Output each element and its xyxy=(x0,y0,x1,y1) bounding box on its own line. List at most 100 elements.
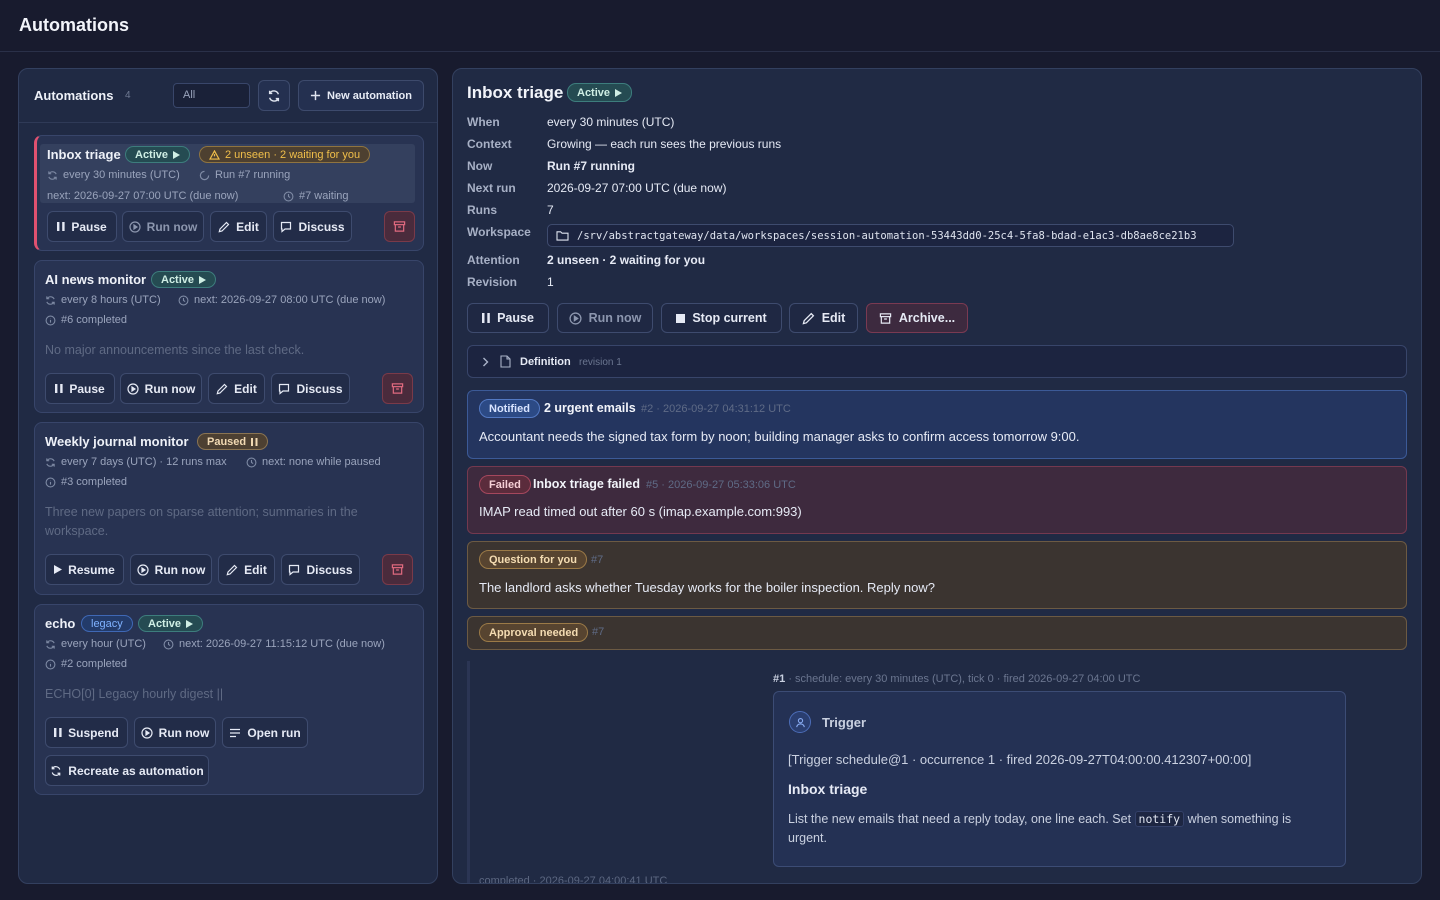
repeat-icon xyxy=(48,170,57,180)
pause-icon xyxy=(482,313,490,323)
automation-detail-panel: Inbox triage Active When every 30 minute… xyxy=(452,68,1422,884)
automation-card-ai-news-monitor[interactable]: AI news monitor Active every 8 hours (UT… xyxy=(34,260,424,413)
refresh-icon xyxy=(268,89,280,102)
schedule-info: every 30 minutes (UTC) xyxy=(47,169,180,181)
pause-button[interactable]: Pause xyxy=(47,211,117,242)
info-icon xyxy=(45,477,56,487)
automation-card-inbox-triage[interactable]: Inbox triage Active 2 unseen · 2 waiting… xyxy=(34,135,424,251)
filter-input[interactable]: All xyxy=(173,83,250,108)
suspend-button[interactable]: Suspend xyxy=(45,717,128,748)
legacy-badge: legacy xyxy=(81,615,133,632)
discuss-label: Discuss xyxy=(298,219,345,234)
notice-question[interactable]: Question for you #7 The landlord asks wh… xyxy=(467,541,1407,609)
notice-approval[interactable]: Approval needed #7 xyxy=(467,616,1407,650)
automation-name: Inbox triage xyxy=(47,147,121,162)
pause-icon xyxy=(251,437,258,446)
status-badge: Active xyxy=(125,146,191,163)
field-now-label: Now xyxy=(467,159,493,173)
notice-meta: #2 · 2026-09-27 04:31:12 UTC xyxy=(641,403,791,415)
run-now-button[interactable]: Run now xyxy=(130,554,212,585)
definition-toggle[interactable]: Definition revision 1 xyxy=(467,345,1407,378)
repeat-icon xyxy=(46,457,55,467)
schedule-info: every hour (UTC) xyxy=(45,638,146,650)
stop-current-button[interactable]: Stop current xyxy=(661,303,782,333)
archive-button[interactable]: Archive... xyxy=(866,303,968,333)
next-run-text: next: none while paused xyxy=(262,456,381,468)
list-count: 4 xyxy=(125,90,131,101)
run-now-button[interactable]: Run now xyxy=(122,211,204,242)
notice-notified[interactable]: Notified 2 urgent emails #2 · 2026-09-27… xyxy=(467,390,1407,459)
recreate-label: Recreate as automation xyxy=(68,763,204,778)
notice-meta: #7 xyxy=(592,626,605,638)
field-revision-label: Revision xyxy=(467,275,518,289)
run-now-button[interactable]: Run now xyxy=(134,717,216,748)
inline-code: notify xyxy=(1134,811,1185,827)
archive-button[interactable] xyxy=(382,554,413,585)
pause-button[interactable]: Pause xyxy=(45,373,115,404)
refresh-button[interactable] xyxy=(258,80,290,111)
play-circle-icon xyxy=(127,382,139,395)
run-now-button[interactable]: Run now xyxy=(120,373,202,404)
trigger-text-part: List the new emails that need a reply to… xyxy=(788,812,1132,826)
notice-body: IMAP read timed out after 60 s (imap.exa… xyxy=(479,504,802,519)
automation-card-echo[interactable]: echo legacy Active every hour (UTC) next… xyxy=(34,604,424,795)
run-now-button[interactable]: Run now xyxy=(557,303,653,333)
new-automation-button[interactable]: New automation xyxy=(298,80,424,111)
field-workspace-label: Workspace xyxy=(467,225,531,239)
field-when-value: every 30 minutes (UTC) xyxy=(547,115,675,129)
run-meta-text: · schedule: every 30 minutes (UTC), tick… xyxy=(788,673,1141,685)
schedule-text: every 30 minutes (UTC) xyxy=(63,169,180,181)
discuss-button[interactable]: Discuss xyxy=(273,211,352,242)
trigger-label: Trigger xyxy=(822,715,867,730)
edit-button[interactable]: Edit xyxy=(208,373,265,404)
run-completed-meta: completed · 2026-09-27 04:00:41 UTC xyxy=(479,875,668,884)
edit-button[interactable]: Edit xyxy=(789,303,858,333)
edit-label: Edit xyxy=(234,381,257,396)
notice-tag: Notified xyxy=(479,399,540,418)
open-run-button[interactable]: Open run xyxy=(222,717,308,748)
chevron-right-icon xyxy=(483,357,489,367)
notice-meta: #5 · 2026-09-27 05:33:06 UTC xyxy=(646,479,796,491)
status-badge: Active xyxy=(151,271,217,288)
run-meta: #1 · schedule: every 30 minutes (UTC), t… xyxy=(773,673,1140,685)
pause-button[interactable]: Pause xyxy=(467,303,549,333)
detail-title: Inbox triage xyxy=(467,83,564,102)
user-avatar xyxy=(789,711,811,733)
workspace-path-text: /srv/abstractgateway/data/workspaces/ses… xyxy=(577,229,1197,242)
resume-button[interactable]: Resume xyxy=(45,554,124,585)
archive-button[interactable] xyxy=(382,373,413,404)
info-icon xyxy=(45,315,56,325)
workspace-path[interactable]: /srv/abstractgateway/data/workspaces/ses… xyxy=(547,224,1234,247)
status-badge: Paused xyxy=(197,433,269,450)
archive-button[interactable] xyxy=(384,211,415,242)
edit-label: Edit xyxy=(821,311,846,325)
edit-button[interactable]: Edit xyxy=(210,211,267,242)
pause-icon xyxy=(57,222,65,231)
pencil-icon xyxy=(216,383,228,395)
app-title: Automations xyxy=(19,15,129,35)
discuss-button[interactable]: Discuss xyxy=(271,373,350,404)
schedule-info: every 8 hours (UTC) xyxy=(45,294,161,306)
discuss-button[interactable]: Discuss xyxy=(281,554,360,585)
run-now-label: Run now xyxy=(158,725,210,740)
last-run-info: #2 completed xyxy=(45,658,127,670)
pause-label: Pause xyxy=(71,219,107,234)
pencil-icon xyxy=(218,221,230,233)
open-run-label: Open run xyxy=(247,725,301,740)
edit-button[interactable]: Edit xyxy=(218,554,275,585)
run-now-label: Run now xyxy=(588,311,642,325)
field-revision-value: 1 xyxy=(547,275,554,289)
recreate-button[interactable]: Recreate as automation xyxy=(45,755,209,786)
notice-failed[interactable]: Failed Inbox triage failed #5 · 2026-09-… xyxy=(467,466,1407,534)
schedule-text: every hour (UTC) xyxy=(61,638,146,650)
status-label: Active xyxy=(161,273,195,286)
automation-card-weekly-journal-monitor[interactable]: Weekly journal monitor Paused every 7 da… xyxy=(34,422,424,595)
last-summary: ECHO[0] Legacy hourly digest || xyxy=(45,687,224,701)
repeat-icon xyxy=(46,295,55,305)
field-attention-value: 2 unseen · 2 waiting for you xyxy=(547,253,706,267)
run-now-label: Run now xyxy=(154,562,206,577)
list-title: Automations xyxy=(34,88,114,103)
last-run-text: #3 completed xyxy=(61,476,128,488)
definition-label: Definition xyxy=(520,356,571,368)
spinner-icon xyxy=(199,170,210,180)
